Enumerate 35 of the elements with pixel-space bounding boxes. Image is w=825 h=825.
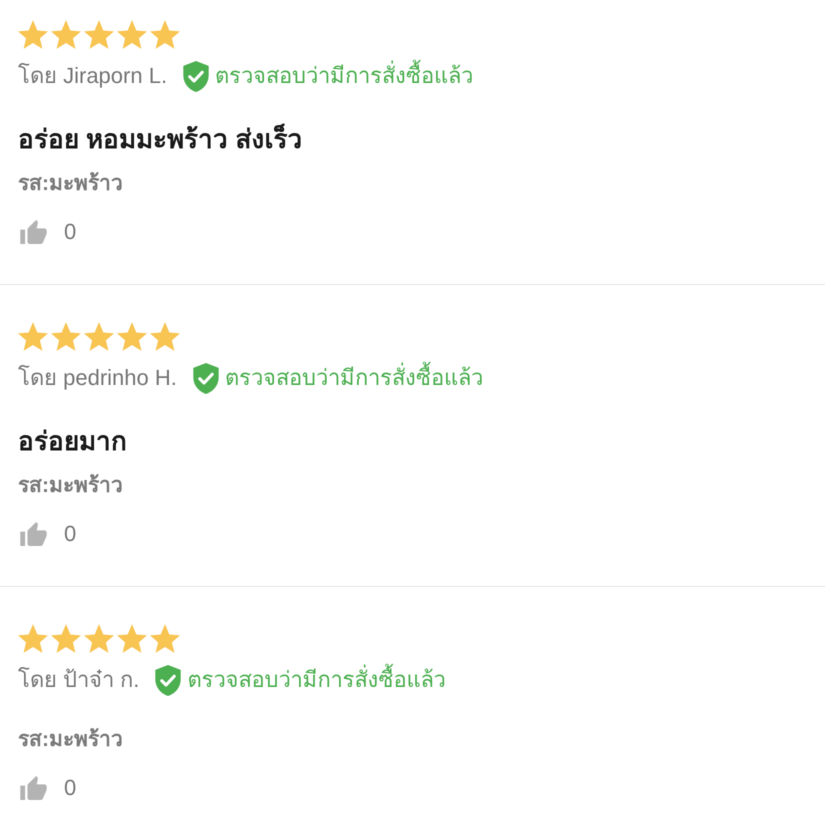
star-icon	[84, 322, 114, 351]
star-icon	[51, 624, 81, 653]
verified-purchase-label: ตรวจสอบว่ามีการสั่งซื้อแล้ว	[224, 364, 483, 392]
flavor-label: รส:มะพร้าว	[18, 473, 123, 499]
shield-check-icon	[192, 362, 219, 394]
reviewer-name: โดย ป้าจ๋า ก.	[18, 666, 140, 694]
shield-check-icon	[155, 664, 182, 696]
star-icon	[150, 20, 180, 49]
like-button[interactable]: 0	[18, 218, 76, 246]
star-icon	[51, 20, 81, 49]
reviewer-name: โดย pedrinho H.	[18, 364, 177, 392]
review-title: อร่อย หอมมะพร้าว ส่งเร็ว	[18, 124, 302, 154]
star-icon	[117, 624, 147, 653]
star-icon	[117, 322, 147, 351]
star-icon	[84, 624, 114, 653]
like-button[interactable]: 0	[18, 520, 76, 548]
flavor-label: รส:มะพร้าว	[18, 727, 123, 753]
star-icon	[18, 322, 48, 351]
star-icon	[150, 322, 180, 351]
star-icon	[84, 20, 114, 49]
star-icon	[51, 322, 81, 351]
star-icon	[18, 20, 48, 49]
thumbs-up-icon	[20, 522, 47, 546]
reviewer-name: โดย Jiraporn L.	[18, 62, 168, 90]
review-title: อร่อยมาก	[18, 426, 127, 456]
like-button[interactable]: 0	[18, 774, 76, 802]
verified-purchase-label: ตรวจสอบว่ามีการสั่งซื้อแล้ว	[215, 62, 474, 90]
shield-check-icon	[183, 60, 210, 92]
thumbs-up-icon	[20, 220, 47, 244]
star-icon	[18, 624, 48, 653]
star-icon	[117, 20, 147, 49]
thumbs-up-icon	[20, 776, 47, 800]
verified-purchase-label: ตรวจสอบว่ามีการสั่งซื้อแล้ว	[187, 666, 446, 694]
star-icon	[150, 624, 180, 653]
flavor-label: รส:มะพร้าว	[18, 171, 123, 197]
